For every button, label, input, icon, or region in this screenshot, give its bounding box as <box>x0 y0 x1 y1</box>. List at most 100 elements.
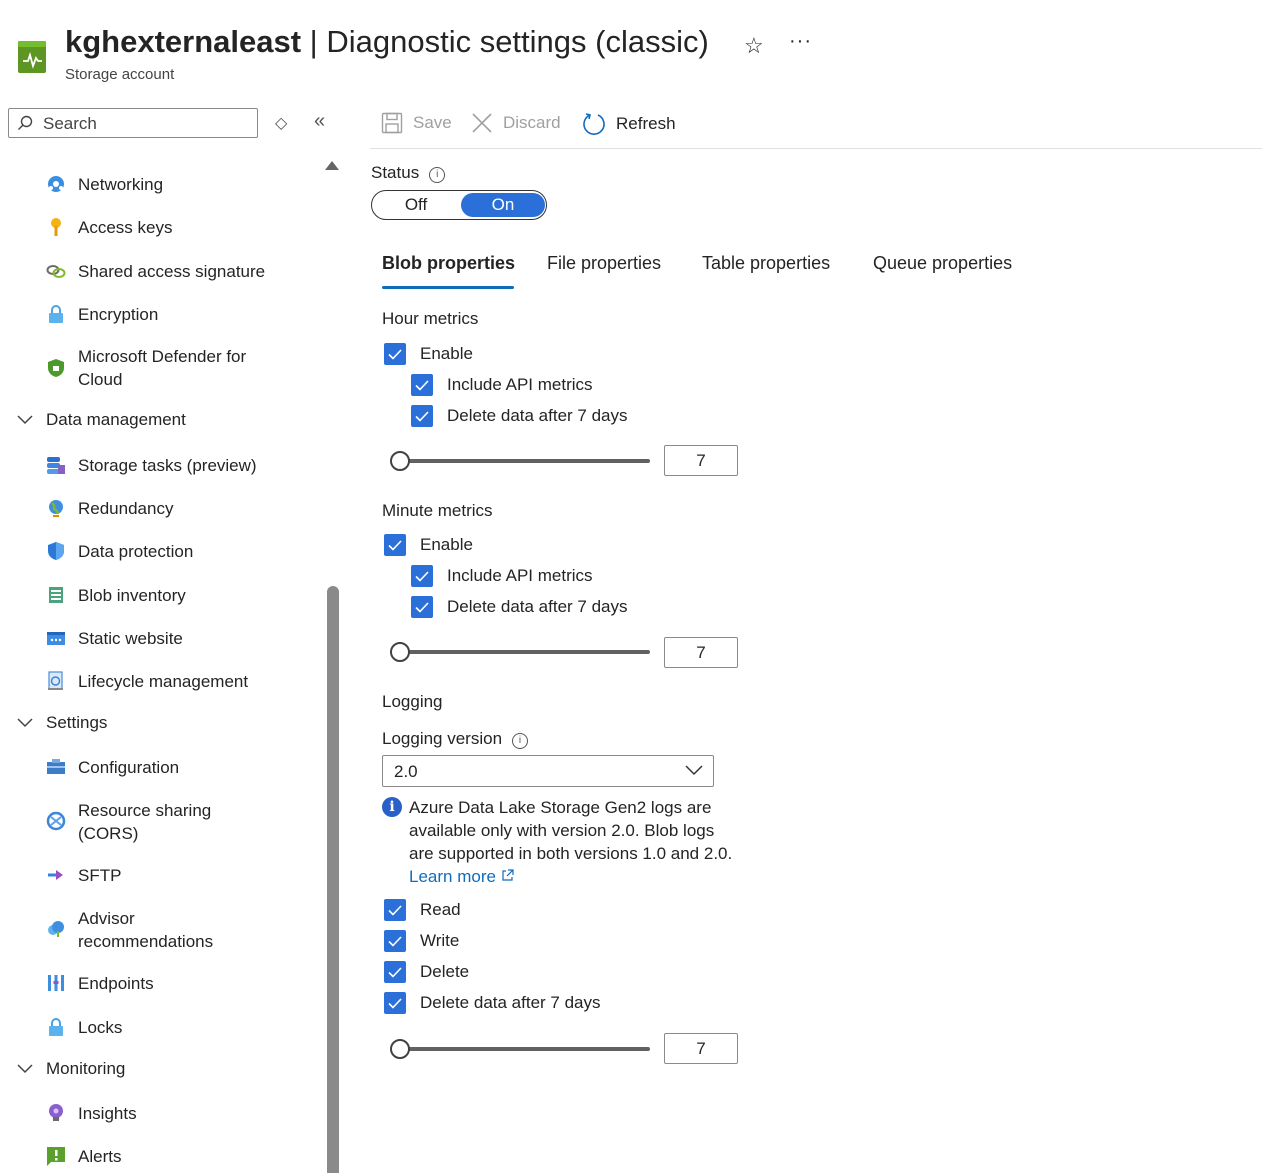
slider-thumb[interactable] <box>390 451 410 471</box>
save-label: Save <box>413 113 452 132</box>
sidebar-item-label: Endpoints <box>78 974 154 993</box>
resource-type: Storage account <box>65 66 175 83</box>
sort-updown-icon[interactable]: ◇ <box>275 113 287 133</box>
status-on-option[interactable]: On <box>461 193 545 217</box>
sidebar-item-advisor[interactable]: Advisor recommendations <box>46 907 268 953</box>
tab-table-properties[interactable]: Table properties <box>702 253 830 274</box>
search-icon <box>18 115 33 130</box>
sidebar-item-label: Shared access signature <box>78 262 266 281</box>
external-link-icon <box>502 869 514 881</box>
checkbox-label: Delete <box>420 962 470 981</box>
sidebar-scrollbar-thumb[interactable] <box>327 586 339 1173</box>
minute-retention-slider[interactable] <box>390 642 650 662</box>
minute-retention-days-input[interactable]: 7 <box>664 637 738 668</box>
logging-version-dropdown[interactable]: 2.0 <box>382 755 714 787</box>
sidebar-item-label: SFTP <box>78 866 122 885</box>
hour-retention-days-input[interactable]: 7 <box>664 445 738 476</box>
sidebar-item-label: Lifecycle management <box>78 672 249 691</box>
sidebar-item-blob-inventory[interactable]: Blob inventory <box>46 584 186 607</box>
hour-metrics-heading: Hour metrics <box>382 309 479 328</box>
hour-delete-after-checkbox[interactable]: Delete data after 7 days <box>411 405 628 427</box>
refresh-button[interactable]: Refresh <box>582 112 676 136</box>
logging-read-checkbox[interactable]: Read <box>384 899 461 921</box>
sidebar-item-access-keys[interactable]: Access keys <box>46 216 172 239</box>
logging-write-checkbox[interactable]: Write <box>384 930 459 952</box>
page-name: Diagnostic settings (classic) <box>326 24 709 59</box>
scroll-up-arrow[interactable] <box>325 161 339 170</box>
sidebar-item-networking[interactable]: Networking <box>46 173 163 196</box>
logging-retention-slider[interactable] <box>390 1039 650 1059</box>
website-icon <box>47 632 65 645</box>
sidebar-item-sftp[interactable]: SFTP <box>46 864 121 887</box>
sidebar-item-label: Insights <box>78 1104 137 1123</box>
insights-icon <box>49 1104 63 1121</box>
slider-thumb[interactable] <box>390 1039 410 1059</box>
sidebar-item-label: Microsoft Defender for Cloud <box>78 347 247 389</box>
info-message-text: Azure Data Lake Storage Gen2 logs are av… <box>409 796 742 888</box>
sidebar-item-endpoints[interactable]: Endpoints <box>46 972 154 995</box>
sidebar-group-monitoring[interactable]: Monitoring <box>16 1059 125 1079</box>
info-text: Azure Data Lake Storage Gen2 logs are av… <box>409 798 733 863</box>
tab-file-properties[interactable]: File properties <box>547 253 661 274</box>
save-icon <box>381 112 403 134</box>
tab-blob-properties[interactable]: Blob properties <box>382 253 515 274</box>
sidebar-item-lifecycle-management[interactable]: Lifecycle management <box>46 670 248 693</box>
sidebar-item-insights[interactable]: Insights <box>46 1102 137 1125</box>
logging-heading: Logging <box>382 692 443 711</box>
sidebar-group-data-management[interactable]: Data management <box>16 410 186 430</box>
logging-delete-checkbox[interactable]: Delete <box>384 961 469 983</box>
info-message: i Azure Data Lake Storage Gen2 logs are … <box>382 796 742 888</box>
sidebar-group-label: Settings <box>46 713 108 732</box>
page-title: kghexternaleast | Diagnostic settings (c… <box>65 24 709 60</box>
sidebar-item-configuration[interactable]: Configuration <box>46 756 179 779</box>
sidebar-item-label: Static website <box>78 629 183 648</box>
more-options-icon[interactable]: ··· <box>789 30 812 53</box>
minute-enable-checkbox[interactable]: Enable <box>384 534 473 556</box>
sidebar-item-shared-access-signature[interactable]: Shared access signature <box>46 260 265 283</box>
status-toggle[interactable]: Off On <box>371 190 547 220</box>
checkbox-label: Write <box>420 931 460 950</box>
search-input[interactable] <box>41 113 255 135</box>
sidebar-item-data-protection[interactable]: Data protection <box>46 540 193 563</box>
info-icon[interactable]: i <box>512 733 529 749</box>
status-off-option[interactable]: Off <box>372 191 460 219</box>
favorite-star-icon[interactable]: ☆ <box>744 33 764 59</box>
lock-icon <box>49 1018 63 1036</box>
hour-retention-slider[interactable] <box>390 451 650 471</box>
storage-account-icon <box>18 41 46 73</box>
cors-icon <box>46 811 66 831</box>
logging-delete-after-checkbox[interactable]: Delete data after 7 days <box>384 992 601 1014</box>
hour-enable-checkbox[interactable]: Enable <box>384 343 473 365</box>
sidebar-item-storage-tasks[interactable]: Storage tasks (preview) <box>46 454 257 477</box>
sidebar-item-label: Blob inventory <box>78 586 186 605</box>
alerts-icon <box>47 1147 65 1166</box>
info-icon[interactable]: i <box>429 167 446 183</box>
sidebar-item-encryption[interactable]: Encryption <box>46 303 158 326</box>
logging-retention-days-input[interactable]: 7 <box>664 1033 738 1064</box>
sidebar-item-microsoft-defender[interactable]: Microsoft Defender for Cloud <box>46 345 268 391</box>
checkmark-icon <box>384 992 406 1014</box>
sidebar-item-alerts[interactable]: Alerts <box>46 1145 121 1168</box>
chevron-down-icon <box>685 765 703 776</box>
logging-version-label: Logging version i <box>382 729 529 749</box>
minute-delete-after-checkbox[interactable]: Delete data after 7 days <box>411 596 628 618</box>
slider-thumb[interactable] <box>390 642 410 662</box>
search-box[interactable] <box>8 108 258 138</box>
sidebar-item-static-website[interactable]: Static website <box>46 627 183 650</box>
slider-rail <box>400 1047 650 1051</box>
sidebar-item-cors[interactable]: Resource sharing (CORS) <box>46 799 268 845</box>
minute-include-api-checkbox[interactable]: Include API metrics <box>411 565 593 587</box>
chevron-down-icon <box>17 415 33 425</box>
learn-more-link[interactable]: Learn more <box>409 867 514 886</box>
save-button[interactable]: Save <box>381 112 452 134</box>
tab-queue-properties[interactable]: Queue properties <box>873 253 1012 274</box>
sidebar-item-locks[interactable]: Locks <box>46 1016 122 1039</box>
sidebar-group-settings[interactable]: Settings <box>16 713 107 733</box>
inventory-icon <box>49 587 63 603</box>
key-icon <box>51 218 61 236</box>
sidebar-item-redundancy[interactable]: Redundancy <box>46 497 173 520</box>
checkbox-label: Delete data after 7 days <box>447 597 628 616</box>
collapse-sidebar-icon[interactable]: « <box>314 110 325 133</box>
discard-button[interactable]: Discard <box>471 112 561 134</box>
hour-include-api-checkbox[interactable]: Include API metrics <box>411 374 593 396</box>
